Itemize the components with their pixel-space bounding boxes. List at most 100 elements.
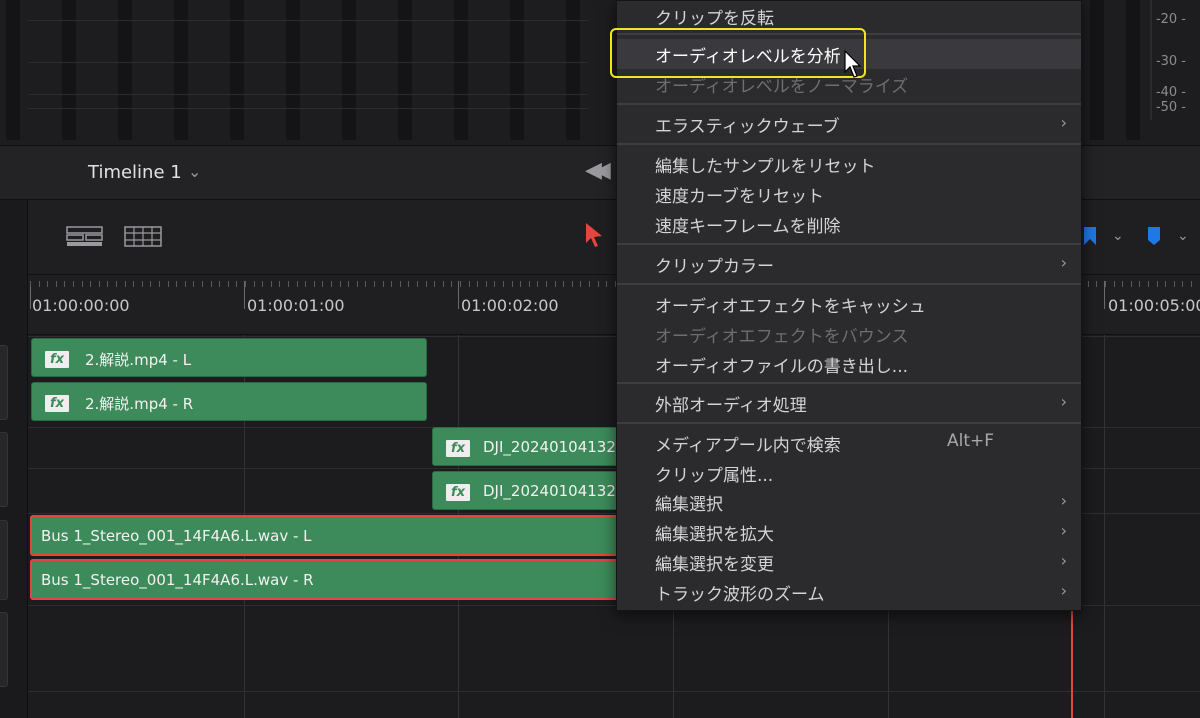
ruler-minor-tick <box>1182 281 1183 287</box>
ruler-minor-tick <box>529 281 530 287</box>
ruler-minor-tick <box>503 281 504 287</box>
ruler-minor-tick <box>486 281 487 287</box>
menu-item-reset-speed-curve[interactable]: 速度カーブをリセット <box>617 179 1081 209</box>
selected-audio-clip[interactable]: Bus 1_Stereo_001_14F4A6.L.wav - R <box>30 559 622 600</box>
clip-name: 2.解説.mp4 - R <box>85 395 194 413</box>
chevron-right-icon: › <box>1060 521 1067 540</box>
clip-name: Bus 1_Stereo_001_14F4A6.L.wav - R <box>41 571 314 589</box>
menu-item-label: 速度キーフレームを削除 <box>655 217 841 237</box>
db-label: -20 - <box>1155 12 1186 27</box>
ruler-minor-tick <box>572 281 573 287</box>
ruler-minor-tick <box>1105 281 1106 287</box>
ruler-minor-tick <box>202 281 203 287</box>
track-header[interactable] <box>0 432 8 507</box>
menu-item-label: 編集選択を拡大 <box>655 525 774 545</box>
rewind-icon[interactable]: ◀◀ <box>585 158 611 183</box>
track-header[interactable] <box>0 345 8 420</box>
clip-name: DJI_20240104132 <box>483 482 616 500</box>
menu-item-export-audio-file[interactable]: オーディオファイルの書き出し... <box>617 349 1081 379</box>
selected-audio-clip[interactable]: Bus 1_Stereo_001_14F4A6.L.wav - L <box>30 515 622 556</box>
audio-clip[interactable]: fx 2.解説.mp4 - R <box>31 382 427 421</box>
menu-item-label: 編集選択 <box>655 495 723 515</box>
chevron-right-icon: › <box>1060 491 1067 510</box>
menu-item-reset-edited-samples[interactable]: 編集したサンプルをリセット <box>617 149 1081 179</box>
audio-clip[interactable]: fx DJI_20240104132 <box>432 427 622 466</box>
ruler-minor-tick <box>297 281 298 287</box>
clip-name: 2.解説.mp4 - L <box>85 351 192 369</box>
ruler-minor-tick <box>331 281 332 287</box>
ruler-minor-tick <box>580 281 581 287</box>
timeline-view-options-icon[interactable] <box>66 226 103 247</box>
db-label: -40 - <box>1155 85 1186 100</box>
ruler-minor-tick <box>546 281 547 287</box>
menu-item-delete-speed-keyframes[interactable]: 速度キーフレームを削除 <box>617 209 1081 239</box>
ruler-minor-tick <box>512 281 513 287</box>
menu-item-elastic-wave[interactable]: エラスティックウェーブ › <box>617 109 1081 139</box>
ruler-minor-tick <box>271 281 272 287</box>
ruler-minor-tick <box>322 281 323 287</box>
menu-item-cache-audio-effects[interactable]: オーディオエフェクトをキャッシュ <box>617 289 1081 319</box>
ruler-minor-tick <box>262 281 263 287</box>
ruler-minor-tick <box>73 281 74 287</box>
fx-badge-icon: fx <box>45 395 69 412</box>
ruler-minor-tick <box>563 281 564 287</box>
meter-scale-line <box>28 94 588 95</box>
ruler-minor-tick <box>193 281 194 287</box>
menu-item-flip-clip[interactable]: クリップを反転 <box>617 1 1081 31</box>
timecode-label: 01:00:01:00 <box>247 296 345 315</box>
menu-item-track-waveform-zoom[interactable]: トラック波形のズーム › <box>617 577 1081 607</box>
menu-separator <box>617 243 1081 245</box>
track-header[interactable] <box>0 612 8 687</box>
ruler-minor-tick <box>47 281 48 287</box>
ruler-minor-tick <box>451 281 452 287</box>
meter-channel <box>230 0 244 140</box>
ruler-minor-tick <box>408 281 409 287</box>
fx-badge-icon: fx <box>446 484 470 501</box>
flag-marker-icon[interactable] <box>1082 226 1098 246</box>
ruler-minor-tick <box>305 281 306 287</box>
ruler-minor-tick <box>288 281 289 287</box>
menu-item-external-audio-processing[interactable]: 外部オーディオ処理 › <box>617 388 1081 418</box>
ruler-minor-tick <box>443 281 444 287</box>
track-header[interactable] <box>0 520 8 600</box>
ruler-minor-tick <box>374 281 375 287</box>
menu-item-clip-attributes[interactable]: クリップ属性... <box>617 458 1081 488</box>
ruler-minor-tick <box>236 281 237 287</box>
marker-icon[interactable] <box>1146 226 1162 246</box>
ruler-minor-tick <box>460 281 461 287</box>
audio-clip[interactable]: fx 2.解説.mp4 - L <box>31 338 427 377</box>
menu-item-change-edit-selection[interactable]: 編集選択を変更 › <box>617 547 1081 577</box>
ruler-minor-tick <box>1096 281 1097 287</box>
fx-badge-icon: fx <box>45 351 69 368</box>
meter-channel <box>118 0 132 140</box>
menu-item-label: 外部オーディオ処理 <box>655 396 807 416</box>
menu-item-edit-selection[interactable]: 編集選択 › <box>617 487 1081 517</box>
menu-item-bounce-audio-effects[interactable]: オーディオエフェクトをバウンス <box>617 319 1081 349</box>
ruler-minor-tick <box>211 281 212 287</box>
ruler-minor-tick <box>520 281 521 287</box>
timecode-label: 01:00:05:00 <box>1108 296 1200 315</box>
audio-clip[interactable]: fx DJI_20240104132 <box>432 471 622 510</box>
ruler-minor-tick <box>1174 281 1175 287</box>
ruler-minor-tick <box>279 281 280 287</box>
ruler-minor-tick <box>125 281 126 287</box>
selection-tool-icon[interactable] <box>584 222 604 248</box>
menu-item-find-in-media-pool[interactable]: メディアプール内で検索 Alt+F <box>617 428 1081 458</box>
timecode-label: 01:00:00:00 <box>32 296 130 315</box>
chevron-down-icon[interactable]: ⌄ <box>1112 228 1124 244</box>
chevron-down-icon[interactable]: ⌄ <box>188 162 201 181</box>
grid-view-icon[interactable] <box>124 226 162 247</box>
ruler-minor-tick <box>219 281 220 287</box>
ruler-minor-tick <box>185 281 186 287</box>
menu-item-extend-edit-selection[interactable]: 編集選択を拡大 › <box>617 517 1081 547</box>
ruler-minor-tick <box>1165 281 1166 287</box>
timeline-name[interactable]: Timeline 1 <box>88 162 182 183</box>
chevron-right-icon: › <box>1060 253 1067 272</box>
menu-item-clip-color[interactable]: クリップカラー › <box>617 249 1081 279</box>
chevron-down-icon[interactable]: ⌄ <box>1177 228 1189 244</box>
meter-channel <box>1126 0 1140 140</box>
chevron-right-icon: › <box>1060 113 1067 132</box>
ruler-minor-tick <box>254 281 255 287</box>
ruler-minor-tick <box>555 281 556 287</box>
meter-channel <box>566 0 580 140</box>
